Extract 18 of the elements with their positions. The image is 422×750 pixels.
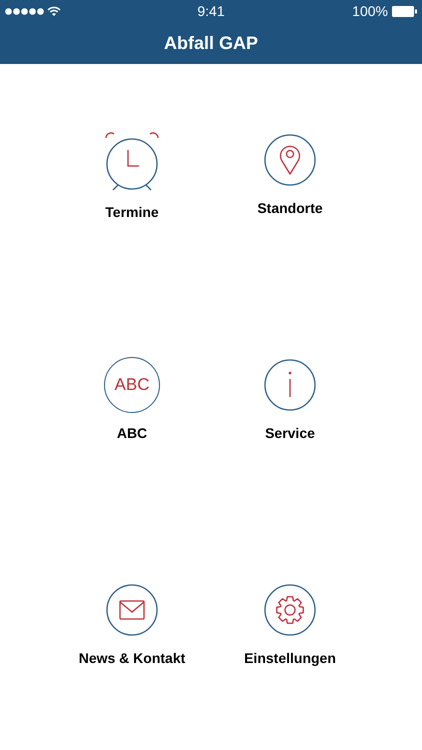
battery-icon: [392, 6, 417, 16]
abc-icon: ABC: [104, 357, 160, 413]
status-time: 9:41: [196, 2, 226, 20]
menu-tile[interactable]: ABC ABC: [53, 357, 211, 444]
battery-percent: 100%: [352, 2, 388, 20]
menu-tile[interactable]: Termine: [53, 132, 211, 223]
alarm-clock-icon: [104, 132, 160, 192]
signal-icon: [5, 8, 45, 14]
menu-tile[interactable]: News & Kontakt: [53, 582, 211, 669]
wifi-icon: [47, 6, 61, 16]
envelope-icon: [104, 582, 160, 638]
location-pin-icon: [262, 132, 318, 188]
info-icon: [262, 357, 318, 413]
menu-tile[interactable]: Standorte: [211, 132, 369, 219]
app-title: Abfall GAP: [164, 32, 258, 54]
menu-tile[interactable]: Service: [211, 357, 369, 444]
menu-tile[interactable]: Einstellungen: [211, 582, 369, 669]
gear-icon: [262, 582, 318, 638]
